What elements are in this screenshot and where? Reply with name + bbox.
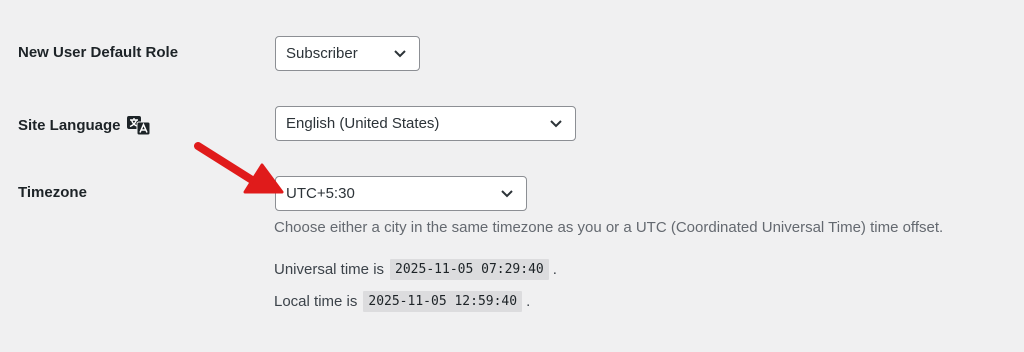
default-role-value: Subscriber <box>286 45 358 62</box>
universal-time-line: Universal time is 2025-11-05 07:29:40 . <box>274 259 557 280</box>
default-role-select[interactable]: Subscriber <box>275 36 420 71</box>
chevron-down-icon <box>488 177 526 210</box>
site-language-label-text: Site Language <box>18 116 121 134</box>
site-language-label: Site Language <box>18 114 151 136</box>
translation-icon <box>126 114 151 136</box>
timezone-description: Choose either a city in the same timezon… <box>274 219 944 236</box>
timezone-label: Timezone <box>18 184 87 201</box>
timezone-select[interactable]: UTC+5:30 <box>275 176 527 211</box>
universal-time-prefix: Universal time is <box>274 261 385 278</box>
timezone-label-text: Timezone <box>18 184 87 201</box>
site-language-select[interactable]: English (United States) <box>275 106 576 141</box>
universal-time-value: 2025-11-05 07:29:40 <box>390 259 549 280</box>
local-time-prefix: Local time is <box>274 293 358 310</box>
local-time-suffix: . <box>526 293 531 310</box>
default-role-label: New User Default Role <box>18 44 178 61</box>
local-time-line: Local time is 2025-11-05 12:59:40 . <box>274 291 530 312</box>
chevron-down-icon <box>381 37 419 70</box>
site-language-value: English (United States) <box>286 115 440 132</box>
chevron-down-icon <box>537 107 575 140</box>
timezone-value: UTC+5:30 <box>286 185 355 202</box>
universal-time-suffix: . <box>552 261 557 278</box>
local-time-value: 2025-11-05 12:59:40 <box>363 291 523 312</box>
default-role-label-text: New User Default Role <box>18 44 179 61</box>
